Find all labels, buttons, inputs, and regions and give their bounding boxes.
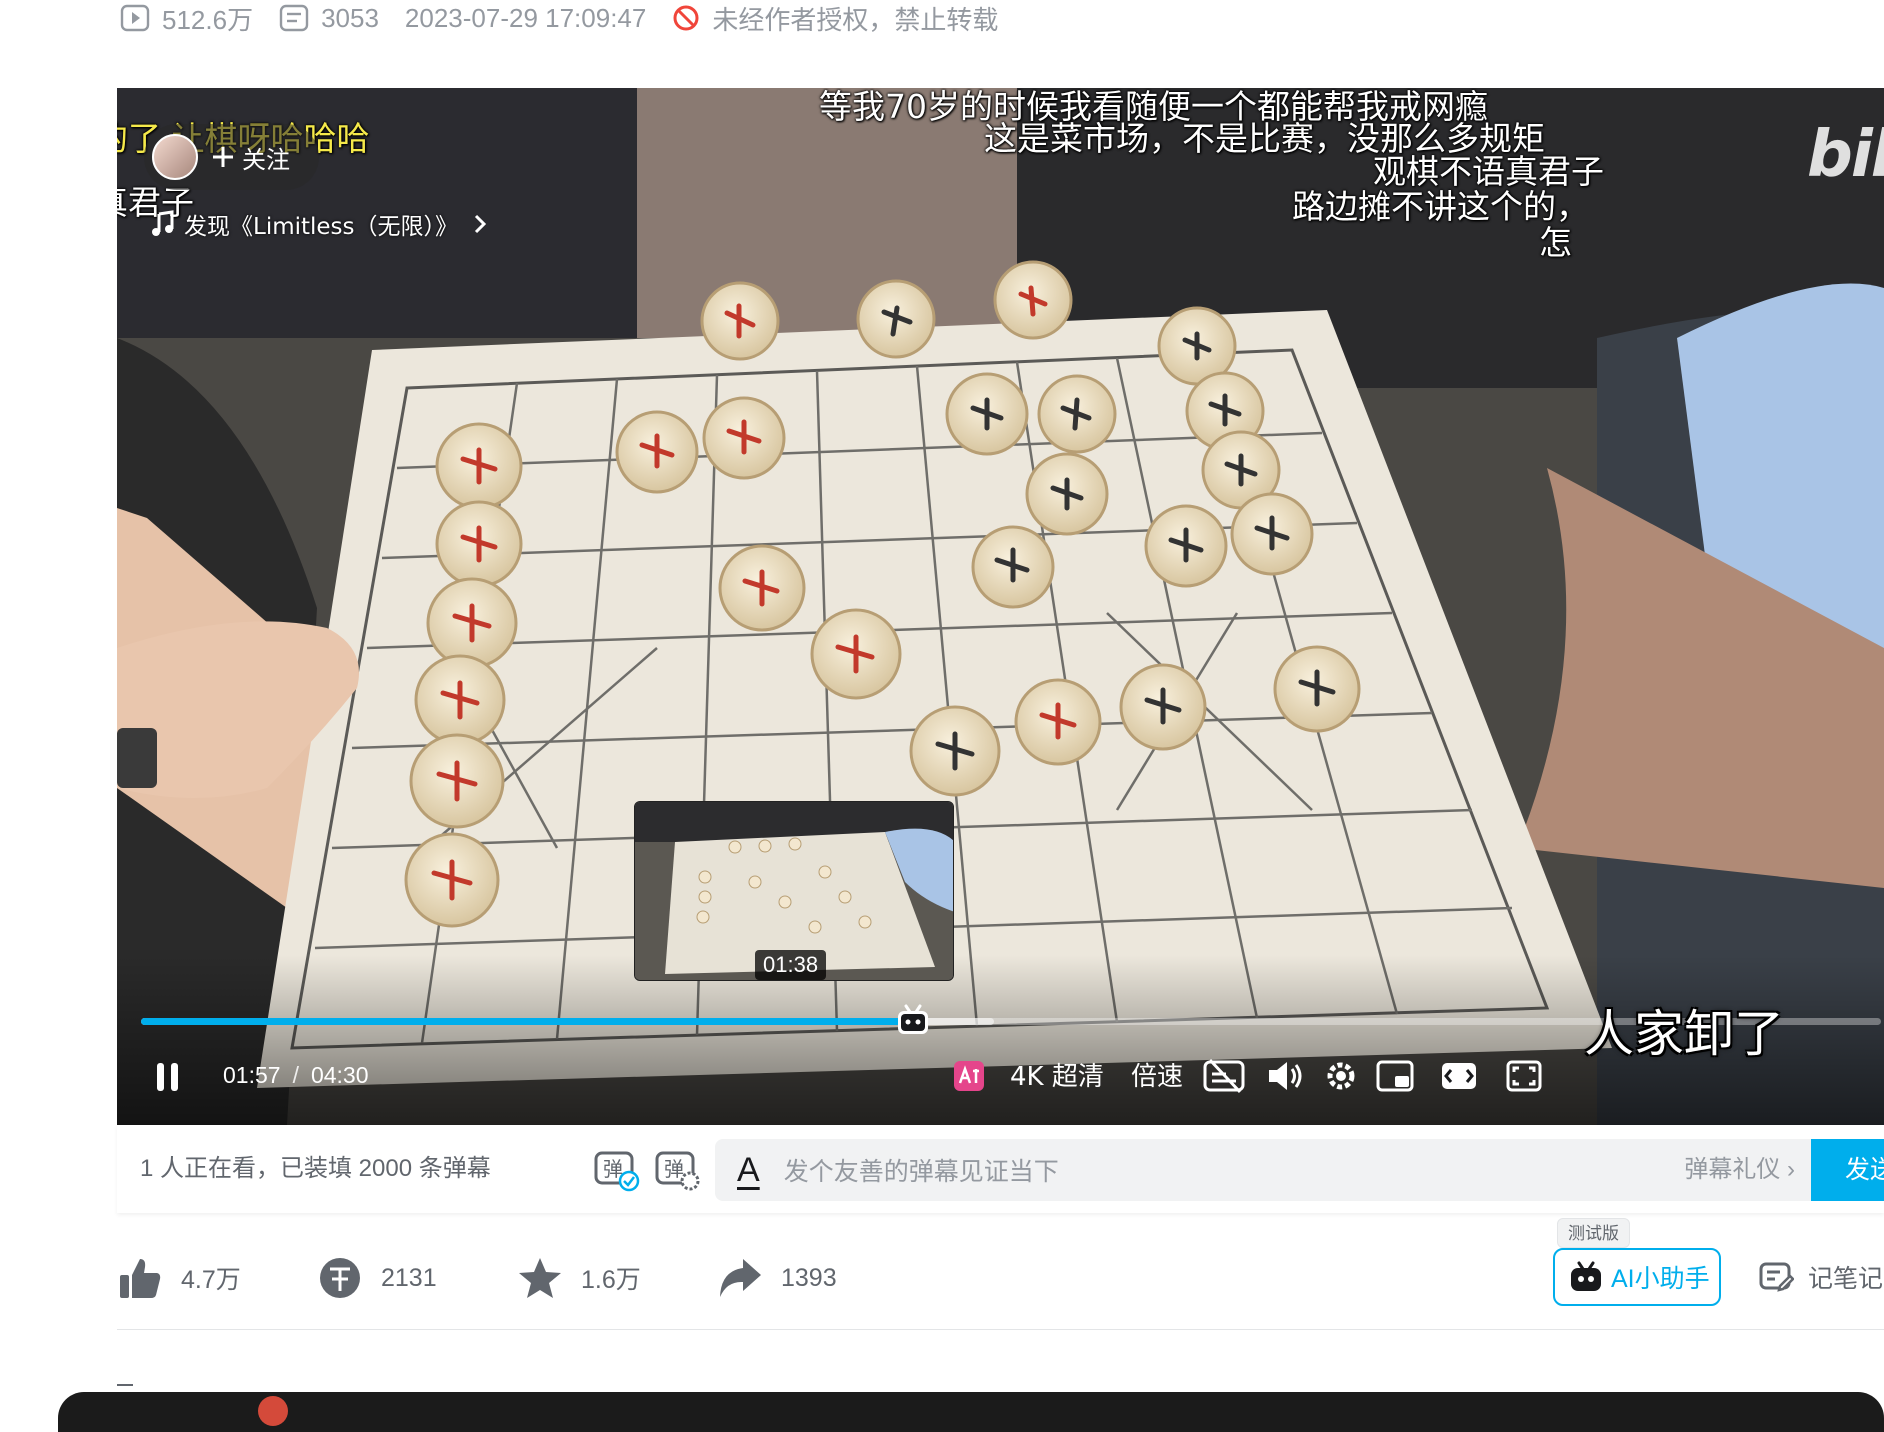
settings-gear-icon[interactable] <box>1322 1057 1360 1095</box>
coin-icon <box>320 1258 360 1298</box>
follow-button[interactable]: 关注 <box>144 124 319 190</box>
star-icon <box>519 1258 561 1298</box>
thumbs-up-icon <box>120 1259 161 1298</box>
preview-timecode: 01:38 <box>755 950 827 980</box>
collapsed-section-marker <box>117 1384 133 1386</box>
share-arrow-icon <box>720 1259 761 1297</box>
played-bar <box>141 1018 902 1025</box>
follow-label: 关注 <box>242 145 290 174</box>
svg-text:弹: 弹 <box>664 1157 684 1181</box>
speed-selector[interactable]: 倍速 <box>1131 1060 1183 1094</box>
view-count: 512.6万 <box>120 0 253 37</box>
music-title: 发现《Limitless（无限）》 <box>184 214 459 240</box>
music-discovery-link[interactable]: 发现《Limitless（无限）》 <box>150 204 498 244</box>
send-danmaku-button[interactable]: 发送 <box>1811 1139 1884 1201</box>
coin-count: 2131 <box>381 1263 437 1292</box>
video-stats-row: 512.6万 3053 2023-07-29 17:09:47 未经作者授权，禁… <box>120 0 1024 36</box>
danmaku-etiquette-link[interactable]: 弹幕礼仪 › <box>1684 1139 1795 1201</box>
current-time: 01:57 <box>223 1062 281 1088</box>
duration: 04:30 <box>310 1062 369 1088</box>
fullscreen-icon[interactable] <box>1505 1058 1543 1094</box>
dock-app-icon[interactable] <box>258 1396 288 1426</box>
uploader-avatar <box>152 134 198 180</box>
danmaku-count-value: 3053 <box>321 2 379 33</box>
notes-icon <box>1759 1262 1794 1292</box>
section-divider <box>117 1329 1884 1330</box>
like-button[interactable]: 4.7万 <box>117 1240 241 1316</box>
share-button[interactable]: 1393 <box>717 1240 837 1316</box>
danmaku-count-icon <box>279 4 309 32</box>
danmaku-bar: 1 人正在看，已装填 2000 条弹幕 弹 弹 A 发个友善的弹幕见证当下 弹幕… <box>117 1125 1884 1213</box>
viewer-status: 1 人正在看，已装填 2000 条弹幕 <box>140 1155 491 1182</box>
favorite-button[interactable]: 1.6万 <box>517 1240 641 1316</box>
volume-icon[interactable] <box>1265 1058 1305 1094</box>
copyright-notice: 未经作者授权，禁止转载 <box>672 0 998 37</box>
ai-assistant-button[interactable]: AI小助手 <box>1553 1248 1721 1306</box>
favorite-count: 1.6万 <box>581 1266 641 1294</box>
ai-subtitle-icon[interactable] <box>953 1060 985 1092</box>
time-display: 01:57 / 04:30 <box>223 1060 369 1090</box>
view-count-value: 512.6万 <box>162 4 254 35</box>
ai-beta-tag: 测试版 <box>1557 1218 1630 1248</box>
share-count: 1393 <box>781 1263 837 1292</box>
publish-time-value: 2023-07-29 17:09:47 <box>404 2 647 33</box>
hardcoded-subtitle: 人家卸了 <box>1584 1005 1784 1063</box>
danmaku-settings-icon[interactable]: 弹 <box>653 1145 701 1193</box>
plus-icon <box>213 147 233 167</box>
bilibili-watermark: bili <box>1807 118 1884 192</box>
video-player[interactable]: 等我70岁的时候我看随便一个都能帮我戒网瘾 这是菜市场，不是比赛，没那么多规矩 … <box>117 88 1884 1125</box>
chevron-right-icon <box>474 214 487 234</box>
ai-assistant-label: AI小助手 <box>1611 1265 1710 1293</box>
pause-icon[interactable] <box>153 1060 183 1094</box>
danmaku-input[interactable]: A 发个友善的弹幕见证当下 弹幕礼仪 › <box>715 1139 1815 1201</box>
quality-selector[interactable]: 4K 超清 <box>1010 1060 1104 1094</box>
danmaku-count: 3053 <box>279 3 379 34</box>
play-count-icon <box>120 4 150 32</box>
time-separator: / <box>292 1062 299 1088</box>
forbidden-icon <box>673 5 699 31</box>
progress-thumb-tv-icon[interactable] <box>896 1004 930 1036</box>
picture-in-picture-icon[interactable] <box>1375 1058 1415 1094</box>
coin-button[interactable]: 2131 <box>317 1240 437 1316</box>
music-note-icon <box>152 210 174 236</box>
danmaku-toggle-icon[interactable]: 弹 <box>592 1145 640 1193</box>
widescreen-icon[interactable] <box>1439 1058 1479 1094</box>
take-notes-label: 记笔记 <box>1808 1265 1884 1293</box>
os-dock-edge <box>58 1392 1884 1432</box>
copyright-notice-text: 未经作者授权，禁止转载 <box>712 4 999 35</box>
text-style-icon[interactable]: A <box>737 1151 760 1190</box>
subtitle-off-icon[interactable] <box>1202 1058 1246 1094</box>
take-notes-button[interactable]: 记笔记 <box>1758 1248 1883 1306</box>
robot-tv-icon <box>1571 1261 1601 1291</box>
publish-time: 2023-07-29 17:09:47 <box>405 3 646 34</box>
danmaku-placeholder: 发个友善的弹幕见证当下 <box>783 1158 1059 1186</box>
progress-preview-thumbnail: 01:38 <box>634 801 954 981</box>
danmaku-text: 怎 <box>1539 223 1572 262</box>
like-count: 4.7万 <box>181 1266 241 1294</box>
